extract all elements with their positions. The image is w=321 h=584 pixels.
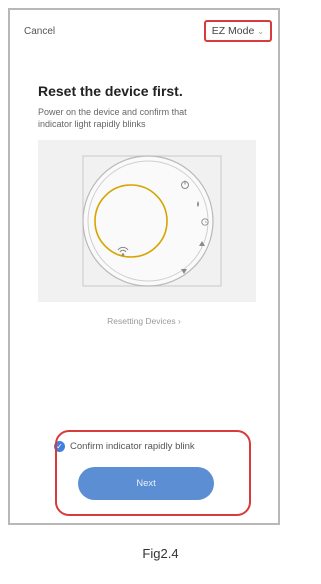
- phone-screen: Cancel EZ Mode ⌄ Reset the device first.…: [8, 8, 280, 525]
- figure-caption: Fig2.4: [142, 546, 179, 561]
- next-button[interactable]: Next: [78, 467, 214, 500]
- thermostat-image: [82, 155, 222, 287]
- confirm-checkbox-row[interactable]: ✓ Confirm indicator rapidly blink: [54, 434, 248, 458]
- chevron-down-icon: ⌄: [257, 26, 264, 36]
- cancel-button[interactable]: Cancel: [24, 26, 55, 37]
- device-illustration: [38, 140, 256, 302]
- mode-label: EZ Mode: [211, 25, 255, 37]
- page-title: Reset the device first.: [38, 83, 183, 99]
- mode-selector[interactable]: EZ Mode ⌄: [203, 20, 272, 42]
- confirm-label: Confirm indicator rapidly blink: [70, 440, 195, 452]
- check-icon[interactable]: ✓: [54, 440, 65, 452]
- header-bar: Cancel EZ Mode ⌄: [10, 10, 278, 54]
- instruction-text: Power on the device and confirm that ind…: [38, 107, 187, 129]
- resetting-devices-link[interactable]: Resetting Devices ›: [10, 316, 278, 326]
